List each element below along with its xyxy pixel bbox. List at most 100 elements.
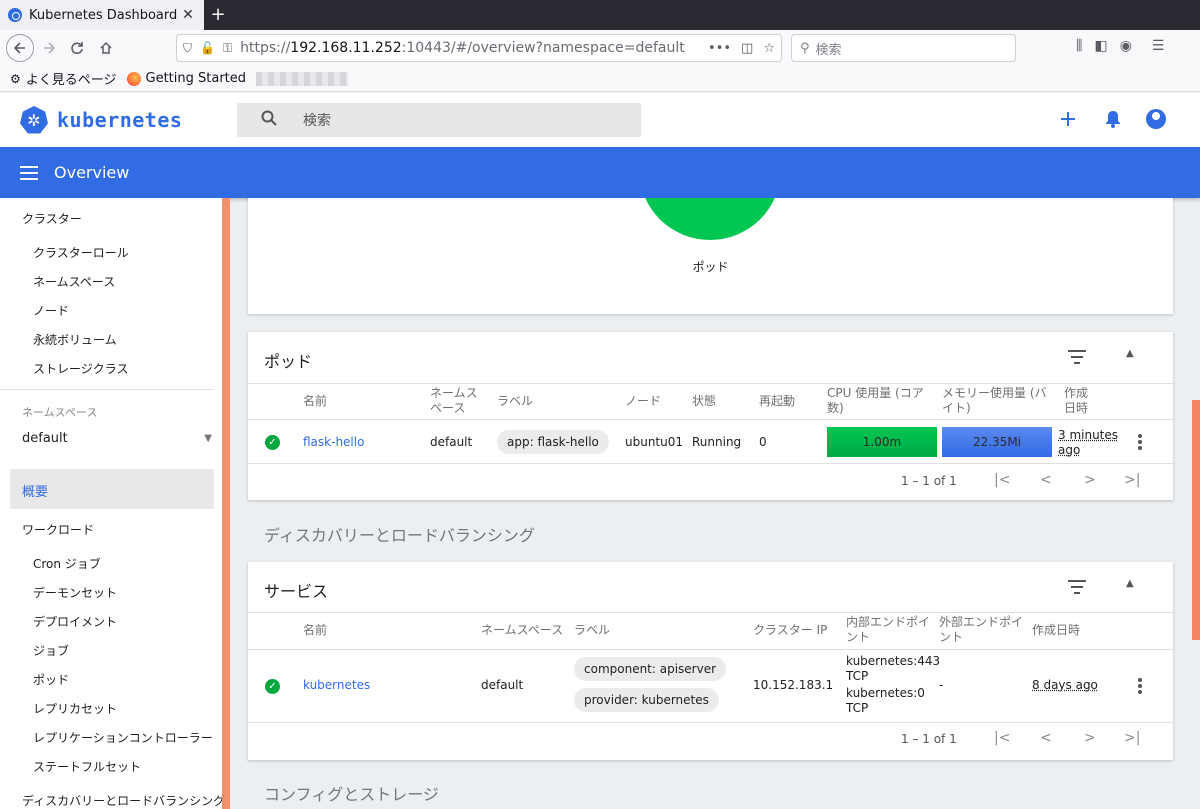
back-button[interactable] xyxy=(6,34,34,62)
sidebar-item-cron-jobs[interactable]: Cron ジョブ xyxy=(33,555,101,572)
notifications-bell-icon[interactable] xyxy=(1101,107,1125,131)
next-page-icon[interactable]: > xyxy=(1084,472,1096,488)
table-divider xyxy=(248,649,1173,650)
previous-page-icon[interactable]: < xyxy=(1040,730,1052,746)
first-page-icon[interactable]: |< xyxy=(994,730,1010,746)
memory-usage-bar: 22.35Mi xyxy=(942,427,1052,457)
table-divider xyxy=(248,383,1173,384)
shield-icon[interactable]: ⛉ xyxy=(183,41,192,56)
reload-button[interactable] xyxy=(63,34,91,62)
nav-menu-icon[interactable] xyxy=(20,165,38,180)
search-icon: ⚲ xyxy=(800,40,810,56)
column-header-namespace[interactable]: ネームスペース xyxy=(430,386,478,416)
sidebar-item-overview[interactable]: 概要 xyxy=(10,469,214,509)
last-page-icon[interactable]: >| xyxy=(1124,472,1140,488)
url-text[interactable]: https://192.168.11.252:10443/#/overview?… xyxy=(240,40,708,56)
pod-node-link[interactable]: ubuntu01 xyxy=(625,435,683,449)
more-actions-icon[interactable]: ••• xyxy=(708,41,731,56)
bookmark-getting-started[interactable]: Getting Started xyxy=(126,71,246,86)
collapse-icon[interactable]: ▲ xyxy=(1126,348,1134,359)
bookmark-star-icon[interactable]: ☆ xyxy=(763,41,775,56)
status-ok-icon: ✓ xyxy=(265,679,280,694)
account-circle-icon[interactable]: ◉ xyxy=(1120,38,1132,54)
kubernetes-logo[interactable]: ✲ kubernetes xyxy=(20,106,182,134)
sidebar-item-jobs[interactable]: ジョブ xyxy=(33,642,69,659)
library-icon[interactable]: ⫼ xyxy=(1076,38,1082,54)
header-line: イト) xyxy=(942,401,971,415)
hamburger-menu-icon[interactable]: ☰ xyxy=(1152,38,1165,54)
internal-endpoint: kubernetes:0 TCP xyxy=(846,686,925,716)
row-actions-menu-icon[interactable] xyxy=(1138,678,1142,694)
table-divider xyxy=(248,419,1173,420)
service-name-link[interactable]: kubernetes xyxy=(303,678,370,692)
age-line: ago xyxy=(1058,443,1081,457)
helm-wheel-icon: ✲ xyxy=(20,106,48,134)
pod-age: 3 minutes ago xyxy=(1058,428,1118,458)
column-header-cpu: CPU 使用量 (コア 数) xyxy=(827,386,924,416)
pod-name-link[interactable]: flask-hello xyxy=(303,435,364,449)
sidebar-item-replica-sets[interactable]: レプリカセット xyxy=(33,700,117,717)
column-header-name[interactable]: 名前 xyxy=(303,623,327,638)
table-divider xyxy=(248,722,1173,723)
key-icon[interactable]: ⚿ xyxy=(223,41,232,56)
sidebar-item-cluster-roles[interactable]: クラスターロール xyxy=(33,244,129,261)
sidebar-item-stateful-sets[interactable]: ステートフルセット xyxy=(33,758,141,775)
column-header-restarts[interactable]: 再起動 xyxy=(759,394,795,409)
label-chip: component: apiserver xyxy=(574,657,727,681)
column-header-internal-endpoints: 内部エンドポイ ント xyxy=(846,615,930,645)
next-page-icon[interactable]: > xyxy=(1084,730,1096,746)
previous-page-icon[interactable]: < xyxy=(1040,472,1052,488)
column-header-namespace[interactable]: ネームスペース xyxy=(481,623,563,638)
reload-icon xyxy=(71,42,83,55)
dropdown-arrow-icon: ▼ xyxy=(204,433,212,444)
add-icon[interactable] xyxy=(1056,107,1080,131)
status-ok-icon: ✓ xyxy=(265,435,280,450)
bookmark-most-visited[interactable]: ⚙ よく見るページ xyxy=(10,69,117,89)
app-search-input[interactable]: 検索 xyxy=(237,103,641,137)
sidebar-heading-cluster[interactable]: クラスター xyxy=(22,210,82,227)
new-tab-button[interactable]: + xyxy=(206,0,230,30)
column-header-created[interactable]: 作成日時 xyxy=(1032,623,1080,638)
column-header-labels: ラベル xyxy=(574,623,611,637)
sidebar-item-daemon-sets[interactable]: デーモンセット xyxy=(33,584,117,601)
browser-search-input[interactable]: ⚲ 検索 xyxy=(791,34,1016,62)
sidebar-heading-workloads[interactable]: ワークロード xyxy=(22,521,94,538)
filter-icon[interactable] xyxy=(1068,350,1086,364)
column-header-status[interactable]: 状態 xyxy=(692,394,716,409)
last-page-icon[interactable]: >| xyxy=(1124,730,1140,746)
pocket-icon[interactable]: ◫ xyxy=(741,41,753,56)
sidebar-item-deployments[interactable]: デプロイメント xyxy=(33,613,117,630)
sidebar-heading-discovery[interactable]: ディスカバリーとロードバランシング xyxy=(22,792,225,809)
browser-nav-bar: ⛉ 🔓 ⚿ https://192.168.11.252:10443/#/ove… xyxy=(0,30,1200,66)
sidebar-toggle-icon[interactable]: ◧ xyxy=(1094,38,1107,54)
column-header-node[interactable]: ノード xyxy=(625,394,661,409)
forward-button[interactable] xyxy=(35,34,63,62)
account-icon[interactable] xyxy=(1146,109,1166,129)
sidebar-item-pods[interactable]: ポッド xyxy=(33,671,69,688)
sidebar-item-storage-classes[interactable]: ストレージクラス xyxy=(33,360,129,377)
chart-label: ポッド xyxy=(692,260,729,274)
pod-restarts: 0 xyxy=(759,435,767,449)
row-actions-menu-icon[interactable] xyxy=(1138,434,1142,450)
blurred-bookmark[interactable] xyxy=(256,71,349,86)
close-tab-icon[interactable]: ✕ xyxy=(180,7,196,23)
sidebar-item-persistent-volumes[interactable]: 永続ボリューム xyxy=(33,331,117,348)
url-host: 192.168.11.252 xyxy=(290,40,402,56)
internal-endpoint: kubernetes:443 TCP xyxy=(846,654,940,684)
collapse-icon[interactable]: ▲ xyxy=(1126,578,1134,589)
sidebar-scrollbar[interactable] xyxy=(222,198,230,809)
column-header-name[interactable]: 名前 xyxy=(303,394,327,409)
url-bar[interactable]: ⛉ 🔓 ⚿ https://192.168.11.252:10443/#/ove… xyxy=(176,34,782,62)
namespace-select[interactable]: default ▼ xyxy=(22,431,212,449)
sidebar-item-namespaces[interactable]: ネームスペース xyxy=(33,273,115,290)
browser-tab[interactable]: Kubernetes Dashboard ✕ xyxy=(0,0,204,30)
sidebar-item-replication-controllers[interactable]: レプリケーションコントローラー xyxy=(33,729,213,746)
sidebar-item-nodes[interactable]: ノード xyxy=(33,302,69,319)
column-header-created[interactable]: 作成日時 xyxy=(1064,386,1088,416)
filter-icon[interactable] xyxy=(1068,580,1086,594)
first-page-icon[interactable]: |< xyxy=(994,472,1010,488)
home-button[interactable] xyxy=(92,34,120,62)
column-header-cluster-ip: クラスター IP xyxy=(753,623,828,637)
page-scrollbar[interactable] xyxy=(1192,400,1200,640)
insecure-lock-icon[interactable]: 🔓 xyxy=(200,41,215,55)
